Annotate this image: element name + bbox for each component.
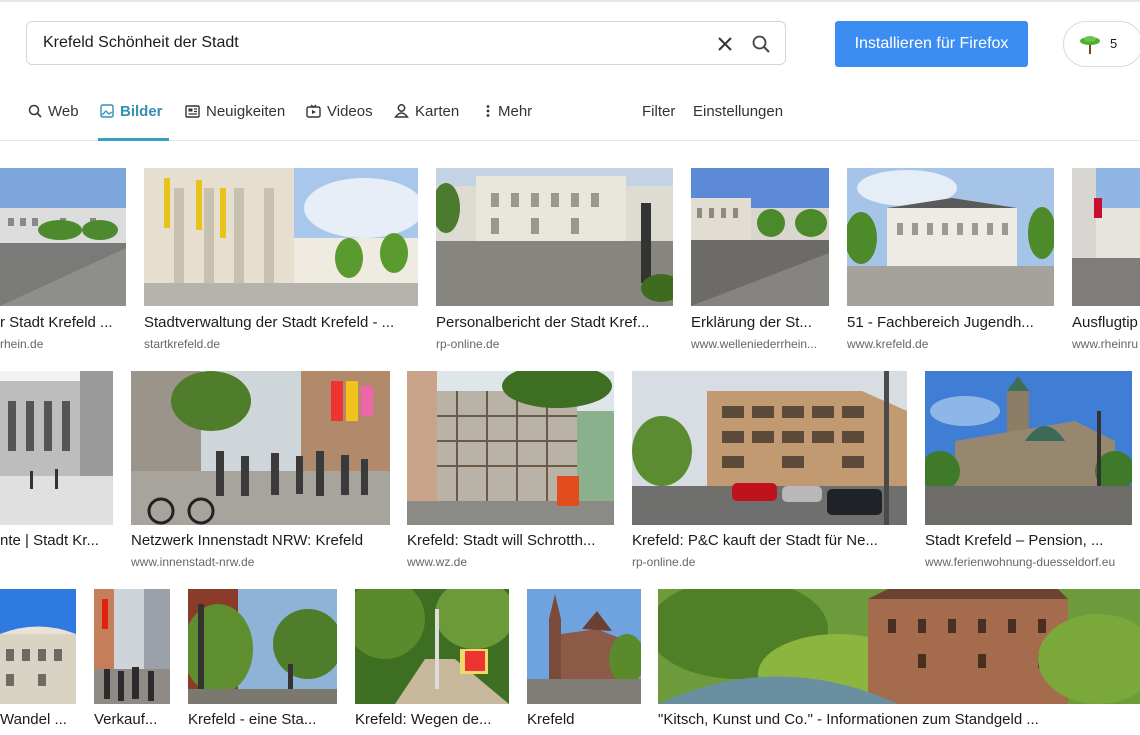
result-source: rp-online.de [632, 555, 696, 569]
image-result[interactable]: Krefeld [527, 589, 641, 735]
result-title: Verkauf... [94, 711, 158, 728]
image-result[interactable]: Krefeld: Stadt will Schrotth... www.wz.d… [407, 371, 614, 571]
tab-label: Karten [415, 103, 460, 120]
tab-maps[interactable]: Karten [394, 96, 459, 140]
result-title: "Kitsch, Kunst und Co." - Informationen … [658, 711, 1039, 728]
person-pin-icon [394, 104, 409, 118]
image-result[interactable]: Personalbericht der Stadt Kref... rp-onl… [436, 168, 673, 358]
tab-videos[interactable]: Videos [306, 96, 373, 140]
result-source: rp-online.de [436, 337, 500, 351]
image-result[interactable]: Krefeld: P&C kauft der Stadt für Ne... r… [632, 371, 907, 571]
result-title: Netzwerk Innenstadt NRW: Krefeld [131, 532, 364, 549]
result-title: Ausflugtip [1072, 314, 1138, 331]
result-title: Krefeld: Stadt will Schrotth... [407, 532, 596, 549]
image-result[interactable]: Verkauf... [94, 589, 170, 735]
result-thumbnail [144, 168, 418, 306]
result-source: www.rheinru [1072, 337, 1139, 351]
image-result[interactable]: "Kitsch, Kunst und Co." - Informationen … [658, 589, 1140, 735]
result-source: www.ferienwohnung-duesseldorf.eu [925, 555, 1116, 569]
result-title: r Stadt Krefeld ... [0, 314, 113, 331]
tab-news[interactable]: Neuigkeiten [185, 96, 285, 140]
result-title: Stadtverwaltung der Stadt Krefeld - ... [144, 314, 395, 331]
result-title: Krefeld: P&C kauft der Stadt für Ne... [632, 532, 878, 549]
video-icon [306, 104, 321, 118]
search-icon[interactable] [751, 34, 771, 54]
news-icon [185, 105, 200, 118]
search-icon [28, 104, 42, 118]
search-input[interactable] [43, 22, 683, 64]
result-thumbnail [632, 371, 907, 525]
result-thumbnail [1072, 168, 1140, 306]
result-thumbnail [847, 168, 1054, 306]
image-result[interactable]: Stadt Krefeld – Pension, ... www.ferienw… [925, 371, 1132, 571]
result-title: 51 - Fachbereich Jugendh... [847, 314, 1034, 331]
result-thumbnail [94, 589, 170, 704]
tab-web[interactable]: Web [28, 96, 79, 140]
tree-counter[interactable]: 5 [1063, 21, 1140, 67]
result-thumbnail [925, 371, 1132, 525]
install-firefox-button[interactable]: Installieren für Firefox [835, 21, 1028, 67]
result-title: Personalbericht der Stadt Kref... [436, 314, 650, 331]
image-result[interactable]: r Stadt Krefeld ... rhein.de [0, 168, 126, 358]
result-title: Krefeld - eine Sta... [188, 711, 317, 728]
result-title: Erklärung der St... [691, 314, 812, 331]
result-thumbnail [0, 168, 126, 306]
clear-icon[interactable] [715, 34, 735, 54]
search-box[interactable] [26, 21, 786, 65]
image-result[interactable]: nte | Stadt Kr... [0, 371, 113, 571]
result-thumbnail [691, 168, 829, 306]
result-thumbnail [188, 589, 337, 704]
result-source: rhein.de [0, 337, 44, 351]
result-thumbnail [0, 371, 113, 525]
result-source: www.krefeld.de [847, 337, 929, 351]
result-source: www.innenstadt-nrw.de [131, 555, 255, 569]
tab-images[interactable]: Bilder [98, 96, 168, 141]
result-title: Krefeld [527, 711, 575, 728]
image-result[interactable]: Krefeld: Wegen de... [355, 589, 509, 735]
tab-more[interactable]: Mehr [484, 96, 532, 140]
image-result[interactable]: Netzwerk Innenstadt NRW: Krefeld www.inn… [131, 371, 390, 571]
filter-button[interactable]: Filter [642, 96, 675, 128]
result-source: www.welleniederrhein... [691, 337, 818, 351]
image-result[interactable]: Erklärung der St... www.welleniederrhein… [691, 168, 829, 358]
tab-label: Videos [327, 103, 373, 120]
result-thumbnail [131, 371, 390, 525]
image-result[interactable]: Ausflugtip www.rheinru [1072, 168, 1140, 358]
tab-label: Bilder [120, 103, 163, 120]
result-thumbnail [527, 589, 641, 704]
tree-count: 5 [1110, 36, 1118, 51]
top-divider [0, 0, 1140, 2]
result-thumbnail [0, 589, 76, 704]
tab-bar: Web Bilder Neuigkeiten Videos Karten Meh… [0, 96, 1140, 141]
image-result[interactable]: Stadtverwaltung der Stadt Krefeld - ... … [144, 168, 418, 358]
result-title: nte | Stadt Kr... [0, 532, 99, 549]
settings-button[interactable]: Einstellungen [693, 96, 783, 128]
result-thumbnail [407, 371, 614, 525]
tree-icon [1080, 36, 1100, 54]
result-thumbnail [355, 589, 509, 704]
result-thumbnail [436, 168, 673, 306]
tab-label: Mehr [498, 103, 533, 120]
tab-label: Neuigkeiten [206, 103, 286, 120]
tab-label: Web [48, 103, 79, 120]
result-title: Krefeld: Wegen de... [355, 711, 492, 728]
image-result[interactable]: 51 - Fachbereich Jugendh... www.krefeld.… [847, 168, 1054, 358]
result-title: Stadt Krefeld – Pension, ... [925, 532, 1104, 549]
result-thumbnail [658, 589, 1140, 704]
more-icon [486, 105, 490, 117]
image-result[interactable]: Wandel ... [0, 589, 76, 735]
result-source: www.wz.de [407, 555, 468, 569]
result-title: Wandel ... [0, 711, 67, 728]
image-result[interactable]: Krefeld - eine Sta... [188, 589, 337, 735]
result-source: startkrefeld.de [144, 337, 221, 351]
image-icon [100, 104, 114, 118]
